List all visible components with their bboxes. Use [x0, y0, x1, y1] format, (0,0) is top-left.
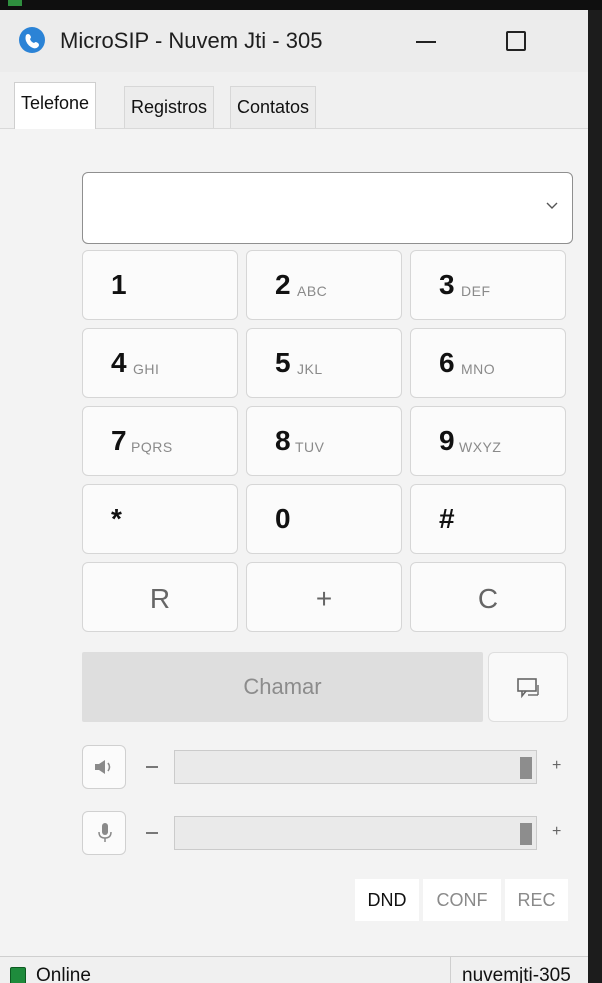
- dialpad-key-0[interactable]: 0: [246, 484, 402, 554]
- key-digit: 1: [111, 269, 127, 300]
- dialpad-key-hash[interactable]: #: [410, 484, 566, 554]
- speaker-volume-slider[interactable]: [174, 750, 537, 784]
- maximize-button[interactable]: [494, 22, 538, 60]
- redial-button[interactable]: R: [82, 562, 238, 632]
- dialpad-key-4[interactable]: 4 GHI: [82, 328, 238, 398]
- call-button[interactable]: Chamar: [82, 652, 483, 722]
- status-bar: Online nuvemjti-305: [0, 956, 588, 983]
- dialpad-key-9[interactable]: 9 WXYZ: [410, 406, 566, 476]
- dialpad-key-5[interactable]: 5 JKL: [246, 328, 402, 398]
- dialpad-key-1[interactable]: 1: [82, 250, 238, 320]
- mic-volume-slider[interactable]: [174, 816, 537, 850]
- tab-telefone[interactable]: Telefone: [14, 82, 97, 129]
- number-input-combobox[interactable]: [82, 172, 573, 244]
- window-title: MicroSIP - Nuvem Jti - 305: [60, 28, 323, 53]
- key-digit: *: [111, 503, 122, 534]
- dialpad-key-8[interactable]: 8 TUV: [246, 406, 402, 476]
- speaker-plus-label: +: [552, 757, 562, 774]
- key-digit: 7: [111, 425, 127, 456]
- key-digit: 3: [439, 269, 455, 300]
- dialpad-key-star[interactable]: *: [82, 484, 238, 554]
- tab-registros[interactable]: Registros: [124, 86, 215, 128]
- dialpad-key-6[interactable]: 6 MNO: [410, 328, 566, 398]
- record-toggle[interactable]: REC: [505, 879, 568, 921]
- key-digit: 2: [275, 269, 291, 300]
- key-letters: ABC: [297, 283, 328, 299]
- plus-label: +: [315, 583, 333, 614]
- mic-slider-thumb[interactable]: [520, 823, 532, 845]
- key-letters: DEF: [461, 283, 491, 299]
- key-digit: 4: [111, 347, 127, 378]
- microsip-window: MicroSIP - Nuvem Jti - 305 Telefone Regi…: [0, 10, 588, 983]
- clear-label: C: [477, 583, 499, 614]
- clear-button[interactable]: C: [410, 562, 566, 632]
- speaker-icon: [95, 760, 111, 774]
- key-letters: TUV: [295, 439, 325, 455]
- key-letters: WXYZ: [459, 439, 502, 455]
- key-letters: JKL: [297, 361, 323, 377]
- status-text: Online: [36, 965, 91, 983]
- plus-key-button[interactable]: +: [246, 562, 402, 632]
- taskbar-strip: [0, 0, 602, 10]
- key-digit: #: [439, 503, 455, 534]
- key-digit: 8: [275, 425, 291, 456]
- conference-toggle[interactable]: CONF: [423, 879, 501, 921]
- redial-label: R: [149, 583, 171, 614]
- account-name[interactable]: nuvemjti-305: [462, 965, 571, 983]
- mic-minus-icon: [146, 832, 158, 834]
- status-divider: [450, 957, 451, 983]
- key-digit: 0: [275, 503, 291, 534]
- key-letters: PQRS: [131, 439, 173, 455]
- desktop-background: [588, 10, 602, 983]
- speaker-slider-thumb[interactable]: [520, 757, 532, 779]
- tab-contatos[interactable]: Contatos: [230, 86, 317, 128]
- key-digit: 5: [275, 347, 291, 378]
- chevron-down-icon[interactable]: [546, 199, 558, 211]
- microsip-logo-icon: [19, 27, 45, 53]
- message-icon: [517, 678, 539, 699]
- dnd-toggle[interactable]: DND: [355, 879, 419, 921]
- key-letters: GHI: [133, 361, 160, 377]
- minimize-button[interactable]: [404, 22, 448, 60]
- mic-plus-label: +: [552, 823, 562, 840]
- key-letters: MNO: [461, 361, 496, 377]
- dialpad-key-2[interactable]: 2 ABC: [246, 250, 402, 320]
- key-digit: 6: [439, 347, 455, 378]
- taskbar-app-icon: [8, 0, 22, 6]
- key-digit: 9: [439, 425, 455, 456]
- title-bar[interactable]: MicroSIP - Nuvem Jti - 305: [0, 10, 588, 72]
- message-button[interactable]: [488, 652, 568, 722]
- dialpad-key-3[interactable]: 3 DEF: [410, 250, 566, 320]
- microphone-icon: [98, 823, 112, 842]
- speaker-mute-button[interactable]: [82, 745, 126, 789]
- dialpad-key-7[interactable]: 7 PQRS: [82, 406, 238, 476]
- speaker-minus-icon: [146, 766, 158, 768]
- online-status-icon: [10, 967, 26, 983]
- microphone-mute-button[interactable]: [82, 811, 126, 855]
